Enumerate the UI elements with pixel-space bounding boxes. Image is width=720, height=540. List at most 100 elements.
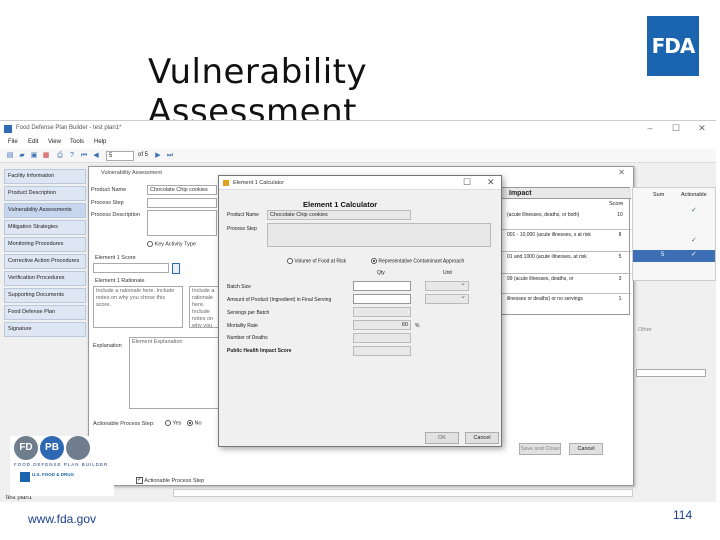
nav-mitigation-strategies[interactable]: Mitigation Strategies: [4, 220, 86, 235]
calc-amount-input[interactable]: [353, 294, 411, 304]
va-element-rationale-field[interactable]: Include a rationale here. Include notes …: [93, 286, 183, 328]
menu-edit[interactable]: Edit: [28, 139, 38, 145]
va-product-name-label: Product Name: [91, 187, 127, 193]
impact-row[interactable]: 99 (acute illnesses, deaths, or 3: [501, 274, 631, 294]
nav-verification-procedures[interactable]: Verification Procedures: [4, 271, 86, 286]
calc-batch-size-input[interactable]: [353, 281, 411, 291]
yes-radio-icon[interactable]: [165, 420, 171, 426]
minimize-icon[interactable]: –: [640, 123, 660, 133]
no-radio-icon[interactable]: [187, 420, 193, 426]
calc-representative-radio[interactable]: Representative Contaminant Approach: [371, 258, 464, 264]
impact-row[interactable]: (acute illnesses, deaths, or both) 10: [501, 210, 631, 230]
calc-amount-unit-select[interactable]: [425, 292, 469, 304]
first-page-icon[interactable]: ⏮: [80, 152, 88, 160]
page-number-input[interactable]: 5: [106, 151, 134, 161]
fda-logo: FDA: [647, 16, 699, 76]
fdpb-caption: FOOD DEFENSE PLAN BUILDER: [14, 462, 109, 467]
calc-process-step-field: [267, 223, 491, 247]
open-folder-icon[interactable]: ▰: [18, 152, 26, 160]
actionable-process-step-checkbox[interactable]: ✓ Actionable Process Step: [136, 477, 204, 484]
nav-facility-information[interactable]: Facility Information: [4, 169, 86, 184]
va-element-rationale-label: Element 1 Rationale: [95, 278, 145, 284]
nav-food-defense-plan[interactable]: Food Defense Plan: [4, 305, 86, 320]
va-element-score-select[interactable]: [93, 263, 169, 273]
calc-volume-radio[interactable]: Volume of Food at Risk: [287, 258, 346, 264]
va-actionable-label: Actionable Process Step:: [93, 421, 155, 427]
calc-ok-button[interactable]: OK: [425, 432, 459, 444]
va-actionable-yes-radio[interactable]: Yes: [165, 420, 181, 426]
va-explanation-field[interactable]: Element Explanation: [129, 337, 221, 409]
va-explanation-label: Explanation: [93, 343, 122, 349]
calculator-launch-button[interactable]: [172, 263, 180, 274]
nav-product-description[interactable]: Product Description: [4, 186, 86, 201]
toolbar: ▤ ▰ ▣ ▦ ⎙ ? ⏮ ◀ 5 of 5 ▶ ⏭: [0, 149, 716, 163]
no-label: No: [194, 420, 202, 427]
va-actionable-no-radio[interactable]: No: [187, 420, 202, 426]
nav-supporting-documents[interactable]: Supporting Documents: [4, 288, 86, 303]
menu-file[interactable]: File: [8, 139, 18, 145]
nav-corrective-action-procedures[interactable]: Corrective Action Procedures: [4, 254, 86, 269]
representative-radio-label: Representative Contaminant Approach: [378, 258, 465, 265]
last-page-icon[interactable]: ⏭: [166, 152, 174, 160]
sidebar-nav: Facility Information Product Description…: [4, 169, 86, 339]
nav-vulnerability-assessments[interactable]: Vulnerability Assessments: [4, 203, 86, 218]
sum-value: 5: [661, 252, 665, 258]
prev-page-icon[interactable]: ◀: [92, 152, 100, 160]
close-icon[interactable]: ✕: [692, 123, 712, 134]
app-icon: [4, 125, 12, 133]
key-activity-label: Key Activity Type: [154, 241, 197, 248]
impact-row-score: 3: [618, 276, 622, 282]
menubar: File Edit View Tools Help: [0, 137, 716, 149]
impact-table: Impact Score (acute illnesses, deaths, o…: [500, 187, 631, 315]
fdpb-logo-pb: PB: [40, 436, 64, 460]
va-process-step-label: Process Step: [91, 200, 124, 206]
calc-unit-header: Unit: [443, 270, 452, 276]
va-product-name-field[interactable]: Chocolate Chip cookies: [147, 185, 217, 195]
impact-row[interactable]: 01 and 1000 (acute illnesses, at risk 5: [501, 252, 631, 274]
key-activity-radio-icon[interactable]: [147, 241, 153, 247]
calc-servings-label: Servings per Batch: [227, 310, 270, 316]
calc-mortality-field: 60: [353, 320, 411, 330]
menu-help[interactable]: Help: [94, 139, 106, 145]
calc-batch-size-label: Batch Size: [227, 284, 251, 290]
print-icon[interactable]: ⎙: [56, 152, 64, 160]
va-cancel-button[interactable]: Cancel: [569, 443, 603, 455]
va-element-2-rationale-field[interactable]: Include a rationale here. Include notes …: [189, 286, 219, 328]
impact-row[interactable]: 001 - 10,000 (acute illnesses, s at risk…: [501, 230, 631, 252]
va-process-step-field[interactable]: [147, 198, 217, 208]
impact-row-score: 1: [618, 296, 622, 302]
calc-servings-field: [353, 307, 411, 317]
pdf-icon[interactable]: ▦: [42, 152, 50, 160]
fdpb-logo-circle: [66, 436, 90, 460]
help-icon[interactable]: ?: [68, 152, 76, 160]
impact-row[interactable]: illnesses or deaths) or no servings 1: [501, 294, 631, 314]
calc-product-name-field: Chocolate Chip cookies: [267, 210, 411, 220]
va-process-description-field[interactable]: [147, 210, 217, 236]
nav-monitoring-procedures[interactable]: Monitoring Procedures: [4, 237, 86, 252]
va-save-close-button[interactable]: Save and Close: [519, 443, 561, 455]
other-select[interactable]: [636, 369, 706, 377]
calc-window-title: Element 1 Calculator: [233, 180, 285, 186]
calc-batch-unit-select[interactable]: [425, 279, 469, 291]
footer-url: www.fda.gov: [28, 512, 97, 526]
next-page-icon[interactable]: ▶: [154, 152, 162, 160]
calc-titlebar: Element 1 Calculator ☐ ✕: [219, 176, 501, 190]
save-icon[interactable]: ▣: [30, 152, 38, 160]
app-titlebar: Food Defense Plan Builder - test plan1* …: [0, 121, 716, 137]
selected-summary-row[interactable]: 5 ✓: [633, 250, 715, 262]
menu-tools[interactable]: Tools: [70, 139, 84, 145]
calc-close-icon[interactable]: ✕: [487, 177, 495, 188]
menu-view[interactable]: View: [48, 139, 61, 145]
impact-row-score: 10: [617, 212, 623, 218]
nav-signature[interactable]: Signature: [4, 322, 86, 337]
calc-maximize-icon[interactable]: ☐: [463, 177, 471, 188]
maximize-icon[interactable]: ☐: [666, 123, 686, 134]
calc-cancel-button[interactable]: Cancel: [465, 432, 499, 444]
volume-radio-icon[interactable]: [287, 258, 293, 264]
va-close-icon[interactable]: ✕: [618, 168, 625, 177]
va-key-activity-radio[interactable]: Key Activity Type: [147, 241, 196, 247]
new-file-icon[interactable]: ▤: [6, 152, 14, 160]
representative-radio-icon[interactable]: [371, 258, 377, 264]
va-bottom-field[interactable]: [173, 489, 633, 497]
checkbox-checked-icon[interactable]: ✓: [136, 477, 143, 484]
